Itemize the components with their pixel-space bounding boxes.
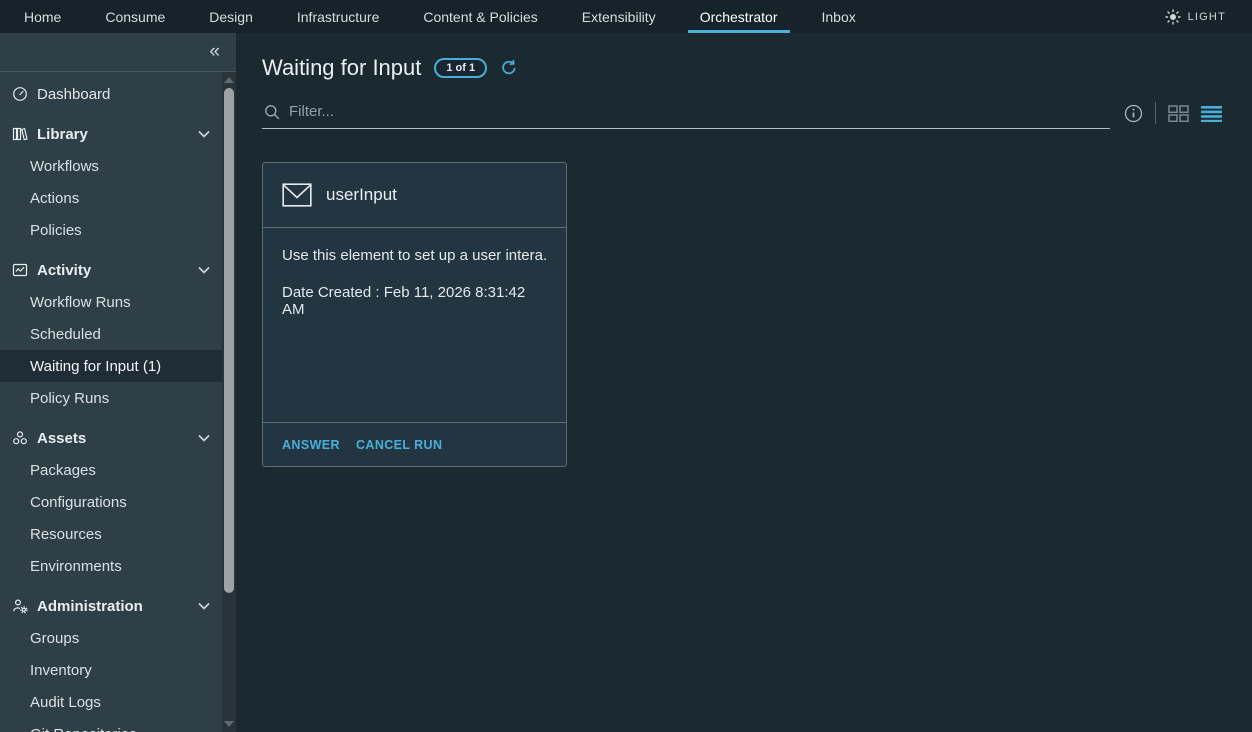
sidebar-item-dashboard[interactable]: Dashboard [0, 78, 222, 110]
cancel-run-button[interactable]: CANCEL RUN [356, 438, 442, 452]
sidebar-item-packages[interactable]: Packages [0, 454, 222, 486]
sidebar-section-assets[interactable]: Assets [0, 422, 222, 454]
activity-chart-icon [12, 262, 28, 278]
sidebar-item-label: Policy Runs [30, 390, 109, 407]
sidebar-item-inventory[interactable]: Inventory [0, 654, 222, 686]
nav-tab-infrastructure[interactable]: Infrastructure [275, 0, 401, 33]
nav-tab-inbox[interactable]: Inbox [800, 0, 878, 33]
card-description: Use this element to set up a user intera… [282, 247, 547, 264]
nav-tab-home[interactable]: Home [2, 0, 83, 33]
sidebar-item-label: Waiting for Input (1) [30, 358, 161, 375]
sidebar-item-policy-runs[interactable]: Policy Runs [0, 382, 222, 414]
sidebar-nav: Dashboard Library Workflows [0, 72, 222, 732]
sidebar-item-scheduled[interactable]: Scheduled [0, 318, 222, 350]
sidebar-section-label: Administration [37, 598, 143, 615]
card-body: Use this element to set up a user intera… [263, 228, 566, 422]
sun-icon [1165, 9, 1181, 25]
sidebar-item-workflow-runs[interactable]: Workflow Runs [0, 286, 222, 318]
card-title: userInput [326, 185, 397, 205]
sidebar-item-resources[interactable]: Resources [0, 518, 222, 550]
sidebar-item-label: Workflows [30, 158, 99, 175]
info-icon[interactable] [1124, 104, 1143, 123]
sidebar-item-actions[interactable]: Actions [0, 182, 222, 214]
sidebar-item-label: Configurations [30, 494, 127, 511]
nav-tab-orchestrator[interactable]: Orchestrator [678, 0, 800, 33]
sidebar-section-activity[interactable]: Activity [0, 254, 222, 286]
sidebar-item-label: Dashboard [37, 86, 110, 103]
filter-field[interactable] [262, 103, 1110, 129]
scroll-up-arrow[interactable] [224, 77, 234, 83]
sidebar-item-label: Environments [30, 558, 122, 575]
nav-tab-content-policies[interactable]: Content & Policies [401, 0, 559, 33]
chevron-down-icon [198, 434, 210, 442]
sidebar-item-waiting-for-input[interactable]: Waiting for Input (1) [0, 350, 222, 382]
chevron-down-icon [198, 130, 210, 138]
sidebar-item-label: Packages [30, 462, 96, 479]
card-view-icon[interactable] [1168, 105, 1189, 122]
sidebar-item-label: Inventory [30, 662, 92, 679]
books-icon [12, 126, 28, 142]
scroll-down-arrow[interactable] [224, 721, 234, 727]
sidebar-item-git-repositories[interactable]: Git Repositories [0, 718, 222, 732]
theme-toggle[interactable]: LIGHT [1165, 0, 1252, 33]
sidebar-item-label: Actions [30, 190, 79, 207]
sidebar-scrollbar[interactable] [222, 72, 236, 732]
blocks-group-icon [12, 430, 28, 446]
sidebar-item-label: Policies [30, 222, 82, 239]
refresh-icon[interactable] [500, 59, 518, 77]
user-input-card[interactable]: userInput Use this element to set up a u… [262, 162, 567, 467]
chevron-down-icon [198, 602, 210, 610]
nav-tab-extensibility[interactable]: Extensibility [560, 0, 678, 33]
sidebar-item-label: Groups [30, 630, 79, 647]
filter-input[interactable] [289, 103, 1108, 120]
sidebar-item-policies[interactable]: Policies [0, 214, 222, 246]
sidebar-item-workflows[interactable]: Workflows [0, 150, 222, 182]
sidebar-item-environments[interactable]: Environments [0, 550, 222, 582]
card-footer: ANSWER CANCEL RUN [263, 422, 566, 466]
sidebar-item-label: Workflow Runs [30, 294, 131, 311]
sidebar-item-label: Resources [30, 526, 102, 543]
main-content: Waiting for Input 1 of 1 [236, 33, 1252, 732]
sidebar: « Dashboard [0, 33, 236, 732]
sidebar-section-label: Activity [37, 262, 91, 279]
chevron-down-icon [198, 266, 210, 274]
answer-button[interactable]: ANSWER [282, 438, 340, 452]
toolbar-divider [1155, 102, 1156, 124]
sidebar-section-label: Assets [37, 430, 86, 447]
sidebar-header: « [0, 33, 236, 72]
search-icon [264, 104, 280, 120]
sidebar-section-label: Library [37, 126, 88, 143]
theme-toggle-label: LIGHT [1188, 11, 1226, 23]
envelope-icon [282, 183, 312, 207]
card-header: userInput [263, 163, 566, 228]
collapse-sidebar-icon[interactable]: « [209, 41, 220, 63]
top-navigation: Home Consume Design Infrastructure Conte… [0, 0, 1252, 33]
top-nav-items: Home Consume Design Infrastructure Conte… [0, 0, 878, 33]
sidebar-section-library[interactable]: Library [0, 118, 222, 150]
sidebar-item-configurations[interactable]: Configurations [0, 486, 222, 518]
card-date-created: Date Created : Feb 11, 2026 8:31:42 AM [282, 284, 547, 318]
user-gear-icon [12, 598, 28, 614]
sidebar-item-label: Git Repositories [30, 726, 137, 732]
list-view-icon[interactable] [1201, 105, 1222, 122]
sidebar-item-groups[interactable]: Groups [0, 622, 222, 654]
gauge-icon [12, 86, 28, 102]
nav-tab-design[interactable]: Design [187, 0, 275, 33]
sidebar-item-label: Scheduled [30, 326, 101, 343]
sidebar-item-label: Audit Logs [30, 694, 101, 711]
nav-tab-consume[interactable]: Consume [83, 0, 187, 33]
sidebar-item-audit-logs[interactable]: Audit Logs [0, 686, 222, 718]
page-title: Waiting for Input [262, 55, 421, 81]
scrollbar-thumb[interactable] [224, 88, 234, 593]
sidebar-section-administration[interactable]: Administration [0, 590, 222, 622]
count-badge: 1 of 1 [434, 58, 487, 78]
